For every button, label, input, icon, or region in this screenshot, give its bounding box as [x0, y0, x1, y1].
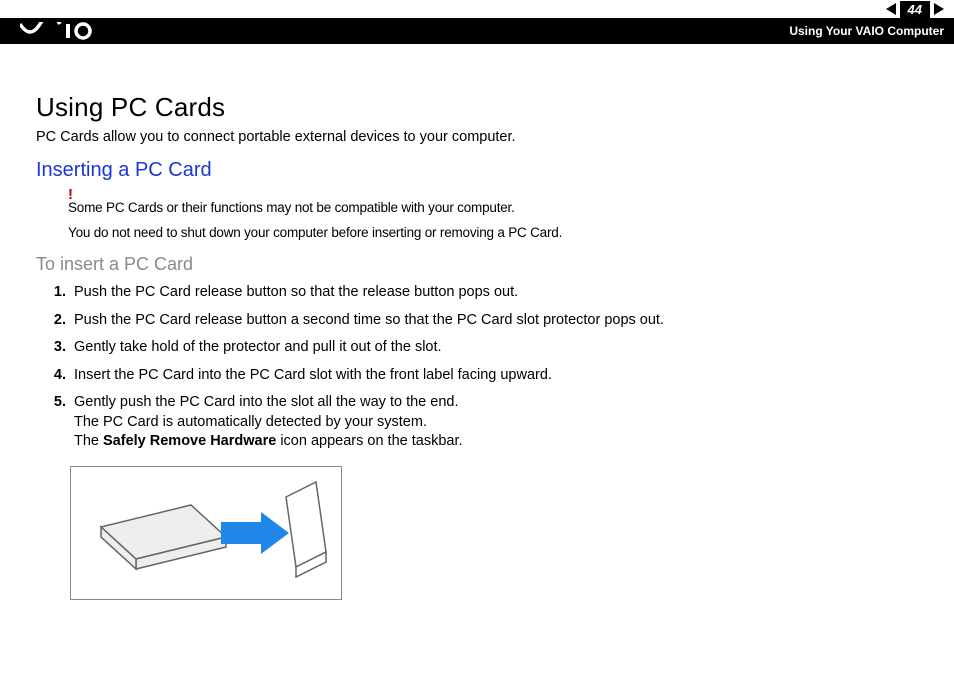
- warning-block: ! Some PC Cards or their functions may n…: [68, 190, 924, 240]
- subheading-inserting: Inserting a PC Card: [36, 159, 924, 182]
- step-detail-post: icon appears on the taskbar.: [276, 433, 462, 449]
- intro-text: PC Cards allow you to connect portable e…: [36, 129, 924, 145]
- step-text: Push the PC Card release button so that …: [74, 284, 518, 300]
- step-detail-bold: Safely Remove Hardware: [103, 433, 276, 449]
- procedure-heading: To insert a PC Card: [36, 254, 924, 275]
- step-item: Push the PC Card release button a second…: [70, 311, 924, 331]
- page-nav: 44: [0, 0, 954, 18]
- nav-next-arrow-icon[interactable]: [934, 3, 944, 15]
- nav-prev-arrow-icon[interactable]: [886, 3, 896, 15]
- step-text: Gently push the PC Card into the slot al…: [74, 394, 458, 410]
- step-item: Insert the PC Card into the PC Card slot…: [70, 366, 924, 386]
- page-title: Using PC Cards: [36, 92, 924, 123]
- step-detail: The PC Card is automatically detected by…: [74, 414, 427, 430]
- warning-line-2: You do not need to shut down your comput…: [68, 225, 924, 240]
- page-number: 44: [900, 1, 930, 18]
- vaio-logo-icon: [20, 22, 116, 40]
- step-text: Push the PC Card release button a second…: [74, 312, 664, 328]
- page-content: Using PC Cards PC Cards allow you to con…: [0, 44, 954, 674]
- step-item: Gently take hold of the protector and pu…: [70, 338, 924, 358]
- step-item: Push the PC Card release button so that …: [70, 283, 924, 303]
- pc-card-insert-figure: [70, 466, 342, 600]
- warning-icon: !: [68, 190, 924, 200]
- warning-line-1: Some PC Cards or their functions may not…: [68, 200, 924, 215]
- section-title: Using Your VAIO Computer: [789, 24, 944, 38]
- steps-list: Push the PC Card release button so that …: [36, 283, 924, 452]
- step-item: Gently push the PC Card into the slot al…: [70, 393, 924, 452]
- header-bar: Using Your VAIO Computer: [0, 18, 954, 44]
- step-detail-pre: The: [74, 433, 103, 449]
- step-text: Gently take hold of the protector and pu…: [74, 339, 442, 355]
- step-text: Insert the PC Card into the PC Card slot…: [74, 367, 552, 383]
